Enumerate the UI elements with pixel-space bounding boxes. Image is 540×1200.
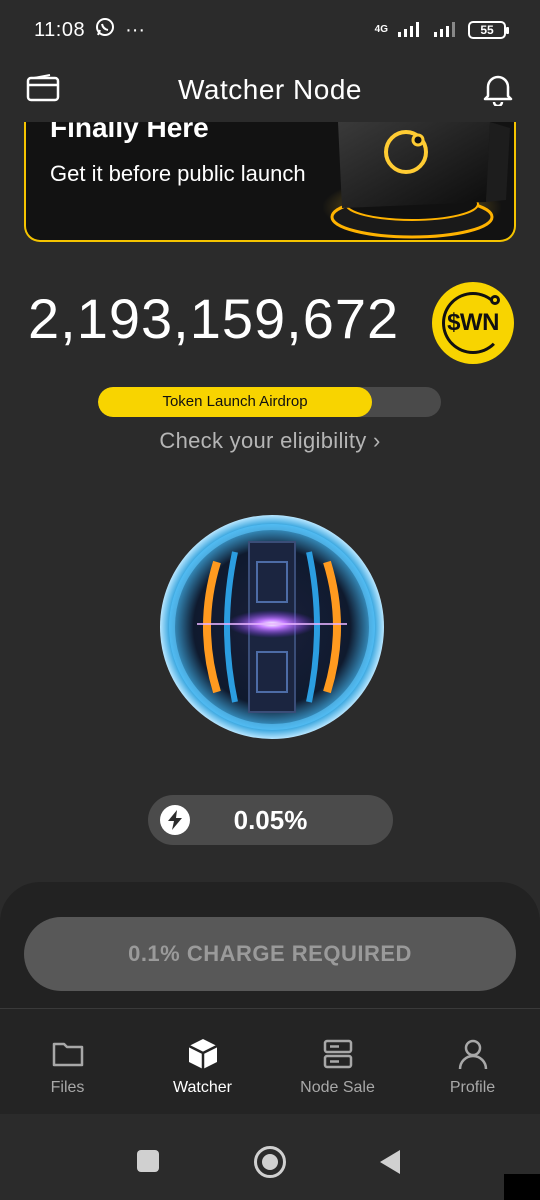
wn-token-icon: $WN (432, 282, 514, 364)
charge-required-button[interactable]: 0.1% CHARGE REQUIRED (24, 917, 516, 991)
folder-icon (52, 1042, 83, 1067)
nav-item-profile[interactable]: Profile (405, 1009, 540, 1114)
nav-label-profile: Profile (449, 1079, 496, 1096)
nav-item-watcher[interactable]: Watcher (135, 1009, 270, 1114)
page-title: Watcher Node (178, 74, 362, 105)
check-eligibility-link[interactable]: Check your eligibility › (0, 428, 540, 454)
lightning-icon (160, 805, 190, 835)
signal-icon (396, 21, 424, 40)
status-left: 11:08 ··· (34, 17, 145, 43)
status-time: 11:08 (34, 18, 86, 41)
nav-label-files: Files (50, 1079, 85, 1096)
balance-row: 2,193,159,672 $WN (0, 278, 540, 368)
cube-icon (187, 1039, 218, 1069)
whatsapp-icon (95, 17, 115, 43)
token-balance: 2,193,159,672 (28, 287, 400, 350)
banner-subtitle: Get it before public launch (50, 161, 306, 186)
watcher-orb-image[interactable] (157, 512, 387, 742)
promo-banner[interactable]: Finally Here Get it before public launch (24, 122, 516, 242)
more-notifications-icon: ··· (125, 18, 146, 41)
bottom-navigation: Files Watcher Node Sale Profile (0, 1008, 540, 1114)
nav-item-node-sale[interactable]: Node Sale (270, 1009, 405, 1114)
node-device-illustration (322, 122, 510, 239)
recent-apps-button[interactable] (137, 1150, 159, 1172)
nav-item-files[interactable]: Files (0, 1009, 135, 1114)
battery-indicator: 55 (468, 21, 509, 39)
app-header: Watcher Node (0, 60, 540, 120)
system-navigation-bar (0, 1114, 540, 1200)
airdrop-label: Token Launch Airdrop (162, 393, 308, 410)
status-bar: 11:08 ··· 4G 55 (0, 0, 540, 60)
wallet-icon[interactable] (26, 74, 60, 104)
nav-label-watcher: Watcher (173, 1079, 232, 1096)
banner-heading: Finally Here (50, 122, 209, 143)
status-right: 4G 55 (374, 21, 509, 40)
charge-rate-pill: 0.05% (148, 795, 393, 845)
notification-bell-icon[interactable] (482, 72, 514, 108)
back-button[interactable] (380, 1150, 400, 1174)
token-dot (490, 295, 500, 305)
airdrop-progress-bar[interactable]: Token Launch Airdrop (98, 387, 441, 417)
token-symbol: $WN (447, 309, 499, 336)
user-icon (458, 1039, 487, 1070)
nav-label-node-sale: Node Sale (300, 1079, 375, 1096)
screen-corner (504, 1174, 540, 1200)
server-icon (323, 1039, 352, 1069)
home-button[interactable] (254, 1146, 286, 1178)
network-type: 4G (374, 24, 388, 35)
signal-icon-2 (432, 21, 460, 40)
